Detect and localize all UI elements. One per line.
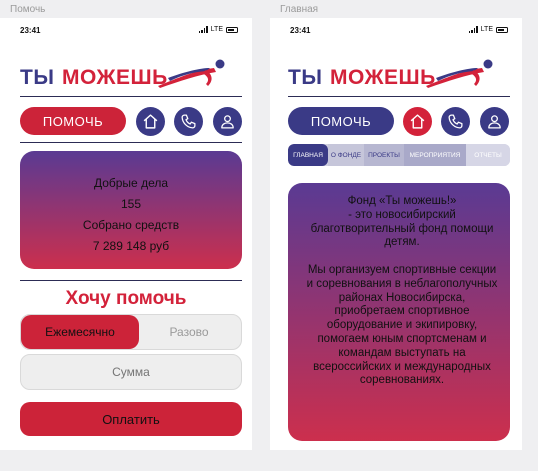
tab-main[interactable]: ГЛАВНАЯ	[288, 144, 328, 166]
section-tabs: ГЛАВНАЯ О ФОНДЕ ПРОЕКТЫ МЕРОПРИЯТИЯ ОТЧЕ…	[288, 144, 510, 166]
divider	[20, 96, 242, 97]
amount-input[interactable]	[20, 354, 242, 390]
brand-logo: ТЫ МОЖЕШЬ	[14, 56, 234, 96]
logo-text-ty: ТЫ	[20, 66, 55, 89]
divider	[288, 96, 510, 97]
network-type: LTE	[480, 26, 493, 33]
about-text: Фонд «Ты можешь!» - это новосибирский бл…	[306, 195, 498, 387]
home-icon	[143, 114, 158, 129]
main-screen: 23:41 LTE ТЫ МОЖЕШЬ ПОМОЧЬ ГЛАВНАЯ О ФОН…	[270, 18, 522, 450]
phone-icon	[448, 114, 463, 129]
about-card: Фонд «Ты можешь!» - это новосибирский бл…	[288, 183, 510, 441]
tab-about[interactable]: О ФОНДЕ	[328, 144, 364, 166]
status-time: 23:41	[20, 26, 41, 35]
divider	[20, 142, 242, 143]
one-time-option[interactable]: Разово	[137, 315, 241, 349]
help-button[interactable]: ПОМОЧЬ	[20, 107, 126, 135]
profile-button[interactable]	[213, 107, 242, 136]
user-icon	[488, 115, 501, 129]
status-bar: 23:41 LTE	[0, 26, 252, 38]
status-bar: 23:41 LTE	[270, 26, 522, 38]
want-help-title: Хочу помочь	[65, 288, 187, 309]
monthly-option[interactable]: Ежемесячно	[21, 315, 139, 349]
phone-button[interactable]	[441, 107, 470, 136]
funds-label: Собрано средств	[82, 218, 180, 232]
runner-logo-icon	[158, 59, 225, 88]
home-button[interactable]	[403, 107, 432, 136]
battery-icon	[226, 26, 238, 33]
logo-text-mozhesh: МОЖЕШЬ	[330, 66, 436, 89]
help-screen: 23:41 LTE ТЫ МОЖЕШЬ ПОМОЧЬ Добрые дела 1…	[0, 18, 252, 450]
brand-logo: ТЫ МОЖЕШЬ	[282, 56, 502, 96]
home-button[interactable]	[136, 107, 165, 136]
frame-label-main: Главная	[280, 4, 319, 15]
signal-icon	[198, 26, 208, 33]
pay-button[interactable]: Оплатить	[20, 402, 242, 436]
phone-button[interactable]	[174, 107, 203, 136]
tab-projects[interactable]: ПРОЕКТЫ	[364, 144, 404, 166]
status-time: 23:41	[290, 26, 311, 35]
stats-card: Добрые дела 155 Собрано средств 7 289 14…	[20, 151, 242, 269]
signal-icon	[468, 26, 478, 33]
network-type: LTE	[210, 26, 223, 33]
home-icon	[410, 114, 425, 129]
profile-button[interactable]	[480, 107, 509, 136]
good-deeds-value: 155	[120, 197, 142, 211]
frame-label-help: Помочь	[10, 4, 46, 15]
runner-logo-icon	[426, 59, 493, 88]
user-icon	[221, 115, 234, 129]
battery-icon	[496, 26, 508, 33]
phone-icon	[181, 114, 196, 129]
help-button[interactable]: ПОМОЧЬ	[288, 107, 394, 135]
tab-reports[interactable]: ОТЧЕТЫ	[466, 144, 510, 166]
tab-events[interactable]: МЕРОПРИЯТИЯ	[404, 144, 466, 166]
good-deeds-label: Добрые дела	[93, 176, 169, 190]
divider	[20, 280, 242, 281]
frequency-toggle: Ежемесячно Разово	[20, 314, 242, 350]
logo-text-ty: ТЫ	[288, 66, 323, 89]
funds-value: 7 289 148 руб	[92, 239, 170, 253]
logo-text-mozhesh: МОЖЕШЬ	[62, 66, 168, 89]
